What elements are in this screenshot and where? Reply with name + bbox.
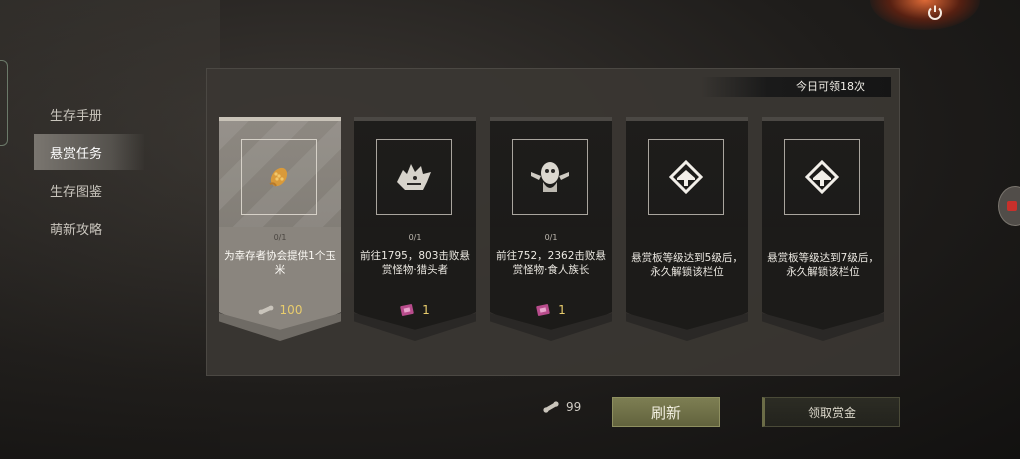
card-description: 前往1795，803击败悬赏怪物·猎头者 [360,250,470,276]
card-progress: 0/1 [544,233,558,242]
coin-balance: 99 [542,400,581,414]
card-icon-frame [512,139,588,215]
power-button[interactable] [924,2,946,24]
card-description: 为幸存者协会提供1个玉米 [224,250,336,276]
bounty-card[interactable]: 0/1 为幸存者协会提供1个玉米 100 [219,117,341,343]
card-reward: 1 [354,303,476,317]
bounty-card-row: 0/1 为幸存者协会提供1个玉米 100 0/1 前往1795，803击败悬赏怪… [219,117,889,347]
card-topbar [219,117,341,121]
card-topbar [762,117,884,121]
menu-item-label: 生存手册 [50,108,103,124]
card-icon-frame [648,139,724,215]
card-description: 悬赏板等级达到5级后，永久解锁该栏位 [631,252,743,278]
side-float-button[interactable] [998,186,1020,226]
reward-value: 1 [558,303,566,317]
card-reward: 1 [490,303,612,317]
locked-slot-icon [805,160,839,194]
beast-monster-icon [397,164,431,190]
bounty-panel: 今日可领18次 0/1 为幸存者协会提供1个玉米 100 0/1 前往1795，… [206,68,900,376]
side-menu: 生存手册 悬赏任务 生存图鉴 萌新攻略 [34,96,144,248]
card-topbar [626,117,748,121]
locked-slot-icon [669,160,703,194]
card-icon-frame [241,139,317,215]
menu-item-label: 生存图鉴 [50,184,103,200]
card-icon-frame [784,139,860,215]
bounty-ticket-icon [536,304,550,316]
claim-reward-button[interactable]: 领取赏金 [762,397,900,427]
bounty-card[interactable]: 0/1 前往1795，803击败悬赏怪物·猎头者 1 [354,117,476,343]
bounty-card[interactable]: 0/1 前往752，2362击败悬赏怪物·食人族长 1 [490,117,612,343]
side-drawer-handle[interactable] [0,60,8,146]
card-topbar [354,117,476,121]
locked-bounty-card[interactable]: 悬赏板等级达到5级后，永久解锁该栏位 [626,117,748,343]
bone-coin-icon [258,305,273,315]
reward-value: 100 [279,303,303,317]
bone-coin-icon [543,401,559,413]
card-icon-frame [376,139,452,215]
card-description: 前往752，2362击败悬赏怪物·食人族长 [496,250,606,276]
menu-item-newbie-guide[interactable]: 萌新攻略 [34,210,144,246]
card-progress: 0/1 [408,233,422,242]
bounty-ticket-icon [400,304,414,316]
masked-chief-icon [531,162,569,192]
card-topbar [490,117,612,121]
coin-value: 99 [566,400,582,414]
refresh-label: 刷新 [650,403,681,422]
refresh-button[interactable]: 刷新 [612,397,720,427]
menu-item-survival-atlas[interactable]: 生存图鉴 [34,172,144,208]
power-icon [928,5,942,20]
card-description: 悬赏板等级达到7级后，永久解锁该栏位 [767,252,879,278]
menu-item-label: 悬赏任务 [50,146,103,162]
card-reward: 100 [219,303,341,317]
menu-item-label: 萌新攻略 [50,222,103,238]
locked-bounty-card[interactable]: 悬赏板等级达到7级后，永久解锁该栏位 [762,117,884,343]
reward-value: 1 [422,303,430,317]
card-progress: 0/1 [273,233,287,242]
corn-icon [269,167,288,187]
daily-quota: 今日可领18次 [701,77,891,97]
claim-label: 领取赏金 [807,405,856,420]
menu-item-survival-handbook[interactable]: 生存手册 [34,96,144,132]
menu-item-bounty-tasks[interactable]: 悬赏任务 [34,134,144,170]
